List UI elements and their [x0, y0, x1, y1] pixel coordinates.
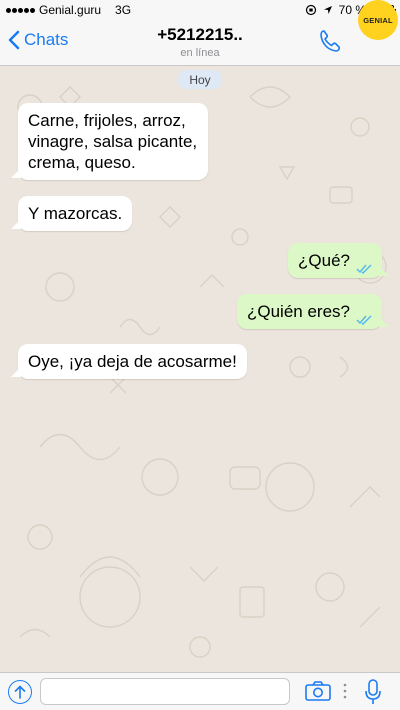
more-options-icon[interactable]: [343, 683, 347, 699]
read-receipt-icon: [356, 315, 372, 325]
message-bubble-outgoing[interactable]: ¿Qué?: [288, 243, 389, 278]
chat-header: Chats +5212215.. en línea: [0, 20, 400, 66]
status-bar: Genial.guru 3G 70 %: [0, 0, 400, 20]
upload-arrow-icon: [14, 685, 26, 699]
location-arrow-icon: [323, 6, 332, 14]
carrier-name: Genial.guru: [39, 3, 102, 17]
day-divider-chip: Hoy: [178, 70, 222, 89]
message-bubble-outgoing[interactable]: ¿Quién eres?: [237, 294, 389, 329]
orientation-lock-icon: [305, 4, 316, 16]
logo-text: GENIAL: [363, 15, 393, 25]
attachment-button[interactable]: [8, 680, 32, 704]
message-bubble-incoming[interactable]: Y mazorcas.: [10, 196, 133, 231]
message-text: Carne, frijoles, arroz, vinagre, salsa p…: [28, 111, 198, 172]
message-text: ¿Qué?: [298, 251, 350, 270]
chat-area[interactable]: Hoy Carne, frijoles, arroz, vinagre, sal…: [0, 67, 400, 672]
genial-logo: GENIAL: [358, 0, 398, 40]
day-label: Hoy: [189, 72, 211, 87]
message-input-bar: [0, 672, 400, 710]
message-text: Oye, ¡ya deja de acosarme!: [28, 352, 237, 371]
camera-icon[interactable]: [305, 681, 331, 701]
phone-call-icon[interactable]: [318, 28, 342, 54]
read-receipt-icon: [356, 264, 372, 274]
network-type: 3G: [115, 3, 132, 17]
message-text: Y mazorcas.: [28, 204, 123, 223]
message-text: ¿Quién eres?: [247, 302, 350, 321]
mic-icon[interactable]: [364, 679, 382, 705]
signal-strength-icon: [6, 7, 35, 13]
message-bubble-incoming[interactable]: Oye, ¡ya deja de acosarme!: [11, 344, 247, 379]
message-bubble-incoming[interactable]: Carne, frijoles, arroz, vinagre, salsa p…: [11, 103, 208, 180]
message-input[interactable]: [40, 678, 290, 705]
